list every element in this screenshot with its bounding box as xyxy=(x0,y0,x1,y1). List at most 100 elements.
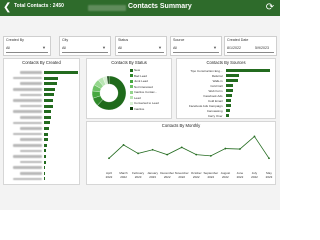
legend-swatch xyxy=(130,96,133,100)
filter-value: All xyxy=(118,46,122,50)
data-point[interactable] xyxy=(122,144,125,146)
x-tick-label: 2022 xyxy=(193,175,200,179)
bar[interactable] xyxy=(44,121,51,125)
x-tick-label: 2023 xyxy=(266,175,273,179)
city-filter[interactable]: City All ▼ xyxy=(59,36,111,56)
bar-label: Facebook Ads Campaign xyxy=(188,103,223,108)
bar[interactable] xyxy=(226,79,238,82)
bar[interactable] xyxy=(44,87,56,91)
legend-swatch xyxy=(130,101,133,105)
bar[interactable] xyxy=(226,114,229,117)
bar[interactable] xyxy=(226,104,231,107)
bar[interactable] xyxy=(44,138,48,142)
bar[interactable] xyxy=(44,166,46,170)
total-contacts: Total Contacts : 2450 xyxy=(14,3,64,9)
header-bar: ❮ Total Contacts : 2450 Contacts Summary… xyxy=(0,0,280,16)
bar-label-redacted xyxy=(13,166,42,169)
bar[interactable] xyxy=(226,69,270,72)
legend-item[interactable]: Lead xyxy=(130,96,141,100)
data-point[interactable] xyxy=(151,148,154,151)
status-filter[interactable]: Status All ▼ xyxy=(115,36,167,56)
bar-label-redacted xyxy=(20,93,42,97)
back-arrow-icon[interactable]: ❮ xyxy=(3,2,13,13)
bar[interactable] xyxy=(44,93,55,97)
bar-label-redacted xyxy=(20,116,42,119)
source-filter[interactable]: Source All ▼ xyxy=(170,36,222,56)
legend-label: Not Interested xyxy=(134,84,153,89)
legend-item[interactable]: Inactive Contac... xyxy=(130,90,157,94)
bar-label-redacted xyxy=(20,160,42,164)
bar[interactable] xyxy=(44,143,48,147)
bar[interactable] xyxy=(44,104,53,108)
bar-label-redacted xyxy=(13,155,42,158)
bar[interactable] xyxy=(44,110,52,114)
filter-underline xyxy=(6,52,48,53)
bar[interactable] xyxy=(226,109,230,112)
data-point[interactable] xyxy=(137,152,139,155)
chevron-down-icon: ▼ xyxy=(158,45,162,50)
data-point[interactable] xyxy=(209,154,212,157)
panel-title: Contacts By Created xyxy=(22,60,61,65)
bar[interactable] xyxy=(226,84,234,87)
data-point[interactable] xyxy=(224,147,227,150)
legend-swatch xyxy=(130,107,133,111)
bar-label: Tipo Construction Eng... xyxy=(190,68,223,73)
x-tick-label: 2022 xyxy=(106,175,113,179)
legend-item[interactable]: New xyxy=(130,68,140,72)
data-point[interactable] xyxy=(166,153,169,156)
legend-swatch xyxy=(130,74,133,78)
bar[interactable] xyxy=(44,149,47,153)
bar[interactable] xyxy=(44,177,45,181)
bar[interactable] xyxy=(226,99,232,102)
bar[interactable] xyxy=(44,171,46,175)
data-point[interactable] xyxy=(253,135,256,138)
date-start[interactable]: 8/1/2022 xyxy=(227,46,241,50)
bar[interactable] xyxy=(44,160,46,164)
bar-label: Carry Over xyxy=(207,113,223,118)
data-point[interactable] xyxy=(108,157,110,160)
bar-label-redacted xyxy=(13,121,42,125)
filter-value: All xyxy=(62,46,66,50)
bar[interactable] xyxy=(44,132,49,136)
x-tick-label: 2022 xyxy=(207,175,214,179)
bar-label-redacted xyxy=(13,99,42,102)
chevron-down-icon: ▼ xyxy=(213,45,217,50)
bar-label-redacted xyxy=(20,82,42,85)
bar[interactable] xyxy=(44,99,54,102)
created-date-filter[interactable]: Created Date 8/1/2022 5/9/2023 xyxy=(224,36,277,56)
legend-label: Inactive xyxy=(134,106,145,111)
series-line xyxy=(108,135,270,159)
bar[interactable] xyxy=(44,71,78,74)
data-point[interactable] xyxy=(239,148,241,150)
bar[interactable] xyxy=(226,89,233,92)
status-panel: Contacts By Status New Bad Lead Junk Lead N… xyxy=(86,58,172,119)
data-point[interactable] xyxy=(268,157,270,160)
bar[interactable] xyxy=(44,76,59,80)
x-tick-label: 2022 xyxy=(251,175,258,179)
created-by-panel: Contacts By Created xyxy=(3,58,80,185)
filter-underline xyxy=(227,52,274,53)
data-point[interactable] xyxy=(180,146,183,149)
filter-underline xyxy=(173,52,219,53)
monthly-line-chart: April2022March2022February2023January202… xyxy=(106,135,273,179)
bar-label-redacted xyxy=(13,144,42,147)
bar[interactable] xyxy=(226,74,239,77)
x-tick-label: 2022 xyxy=(120,175,127,179)
date-end[interactable]: 5/9/2023 xyxy=(255,46,269,50)
legend-item[interactable]: Bad Lead xyxy=(130,74,147,78)
legend-swatch xyxy=(130,85,133,89)
dashboard-page: ❮ Total Contacts : 2450 Contacts Summary… xyxy=(0,0,280,210)
legend-item[interactable]: Junk Lead xyxy=(130,79,148,83)
bar[interactable] xyxy=(226,94,232,97)
legend-item[interactable]: Not Interested xyxy=(130,85,153,89)
refresh-icon[interactable]: ⟳ xyxy=(264,2,276,14)
created-by-filter[interactable]: Created By All ▼ xyxy=(3,36,51,56)
bar[interactable] xyxy=(44,82,57,86)
legend-swatch xyxy=(130,68,133,72)
bar[interactable] xyxy=(44,155,47,158)
legend-item[interactable]: Inactive xyxy=(130,107,144,111)
bar[interactable] xyxy=(44,127,50,130)
legend-item[interactable]: Converted to Lead xyxy=(130,101,159,105)
data-point[interactable] xyxy=(195,153,198,156)
bar[interactable] xyxy=(44,115,51,119)
